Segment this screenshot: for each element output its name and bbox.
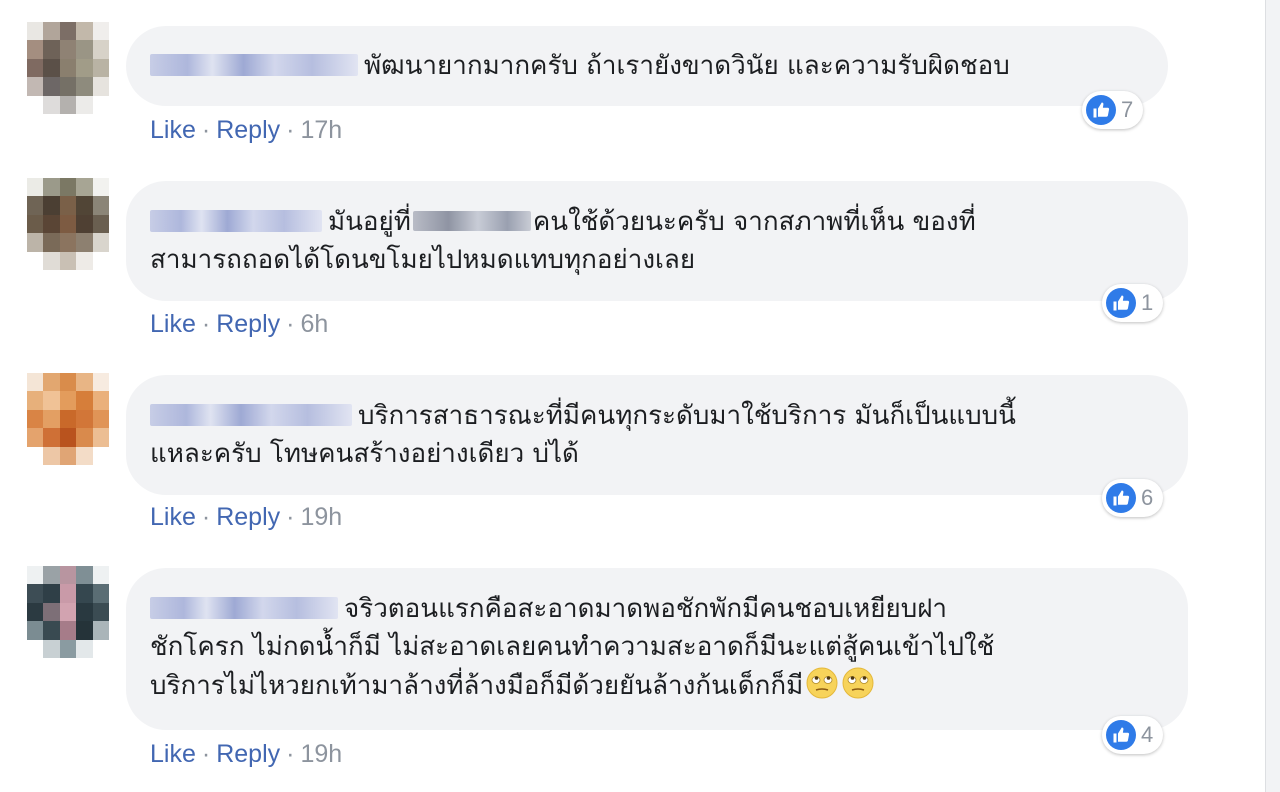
author-name-redacted[interactable] [150, 210, 322, 232]
avatar[interactable] [27, 373, 109, 465]
thumbs-up-icon [1106, 483, 1136, 513]
separator: · [201, 740, 211, 768]
comment-line: จริวตอนแรกคือสะอาดมาดพอชักพักมีคนชอบเหยี… [150, 590, 1148, 628]
thumbs-up-icon [1106, 720, 1136, 750]
comment-actions: Like · Reply · 6h [150, 310, 328, 339]
comment-text: มันอยู่ที่ [328, 207, 411, 237]
reaction-count: 6 [1141, 485, 1154, 510]
thumbs-up-icon [1086, 95, 1116, 125]
separator: · [286, 310, 295, 338]
reaction-count-badge[interactable]: 4 [1102, 716, 1164, 754]
comment-line: มันอยู่ที่ คนใช้ด้วยนะครับ จากสภาพที่เห็น… [150, 203, 1148, 241]
like-link[interactable]: Like [150, 310, 196, 338]
comment-line: บริการสาธารณะที่มีคนทุกระดับมาใช้บริการ … [150, 397, 1148, 435]
author-name-redacted[interactable] [150, 404, 352, 426]
comment-bubble: พัฒนายากมากครับ ถ้าเรายังขาดวินัย และควา… [126, 26, 1168, 106]
reaction-count-badge[interactable]: 1 [1102, 284, 1164, 322]
like-link[interactable]: Like [150, 740, 196, 768]
like-link[interactable]: Like [150, 503, 196, 531]
separator: · [286, 503, 295, 531]
comment-line: ชักโครก ไม่กดน้ำก็มี ไม่สะอาดเลยคนทำความ… [150, 632, 995, 662]
reaction-count-badge[interactable]: 7 [1082, 91, 1144, 129]
comment-text: จริวตอนแรกคือสะอาดมาดพอชักพักมีคนชอบเหยี… [344, 594, 948, 624]
comment-text: พัฒนายากมากครับ ถ้าเรายังขาดวินัย และควา… [364, 51, 1010, 81]
comment-bubble: จริวตอนแรกคือสะอาดมาดพอชักพักมีคนชอบเหยี… [126, 568, 1188, 730]
reaction-count: 1 [1141, 290, 1154, 315]
comment-actions: Like · Reply · 17h [150, 116, 342, 145]
reply-link[interactable]: Reply [216, 740, 280, 768]
comment-line: บริการไม่ไหวยกเท้ามาล้างที่ล้างมือก็มีด้… [150, 666, 1148, 705]
separator: · [201, 310, 211, 338]
reaction-count: 7 [1121, 97, 1134, 122]
comment-text: บริการไม่ไหวยกเท้ามาล้างที่ล้างมือก็มีด้… [150, 671, 804, 701]
comment-actions: Like · Reply · 19h [150, 503, 342, 532]
separator: · [201, 116, 211, 144]
comment-item: พัฒนายากมากครับ ถ้าเรายังขาดวินัย และควา… [0, 22, 1240, 152]
comment-item: มันอยู่ที่ คนใช้ด้วยนะครับ จากสภาพที่เห็น… [0, 178, 1240, 348]
comment-bubble: มันอยู่ที่ คนใช้ด้วยนะครับ จากสภาพที่เห็น… [126, 181, 1188, 301]
avatar[interactable] [27, 22, 109, 114]
reply-link[interactable]: Reply [216, 503, 280, 531]
comment-text: คนใช้ด้วยนะครับ จากสภาพที่เห็น ของที่ [532, 207, 976, 237]
timestamp[interactable]: 6h [300, 310, 328, 338]
comment-item: บริการสาธารณะที่มีคนทุกระดับมาใช้บริการ … [0, 373, 1240, 543]
rolling-eyes-emoji [806, 667, 838, 699]
comment-line: สามารถถอดได้โดนขโมยไปหมดแทบทุกอย่างเลย [150, 245, 696, 275]
like-link[interactable]: Like [150, 116, 196, 144]
author-name-redacted[interactable] [150, 597, 338, 619]
separator: · [201, 503, 211, 531]
reply-link[interactable]: Reply [216, 310, 280, 338]
reaction-count: 4 [1141, 722, 1154, 747]
timestamp[interactable]: 17h [300, 116, 342, 144]
author-name-redacted[interactable] [150, 54, 358, 76]
comments-page: พัฒนายากมากครับ ถ้าเรายังขาดวินัย และควา… [0, 0, 1280, 792]
avatar[interactable] [27, 178, 109, 270]
separator: · [286, 116, 295, 144]
avatar[interactable] [27, 566, 109, 658]
timestamp[interactable]: 19h [300, 740, 342, 768]
thumbs-up-icon [1106, 288, 1136, 318]
timestamp[interactable]: 19h [300, 503, 342, 531]
comment-bubble: บริการสาธารณะที่มีคนทุกระดับมาใช้บริการ … [126, 375, 1188, 495]
redacted-location [412, 211, 531, 231]
rolling-eyes-emoji [842, 667, 874, 699]
reaction-count-badge[interactable]: 6 [1102, 479, 1164, 517]
reply-link[interactable]: Reply [216, 116, 280, 144]
comment-actions: Like · Reply · 19h [150, 740, 342, 769]
separator: · [286, 740, 295, 768]
scrollbar-track[interactable] [1265, 0, 1280, 792]
comment-item: จริวตอนแรกคือสะอาดมาดพอชักพักมีคนชอบเหยี… [0, 566, 1240, 786]
comment-text: บริการสาธารณะที่มีคนทุกระดับมาใช้บริการ … [358, 401, 1016, 431]
comment-line: แหละครับ โทษคนสร้างอย่างเดียว บ่ได้ [150, 439, 579, 469]
